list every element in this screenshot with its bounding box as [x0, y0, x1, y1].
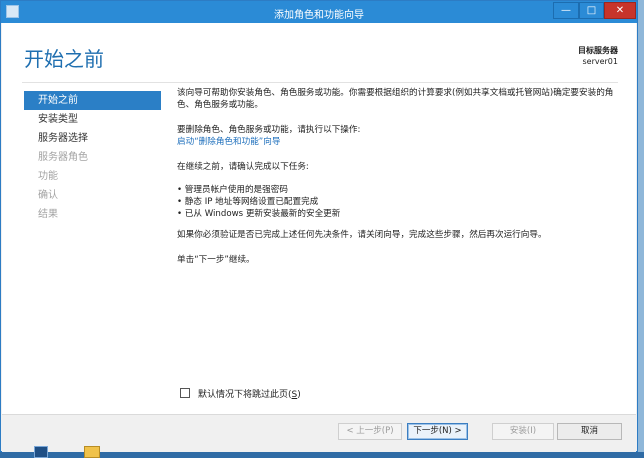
next-button[interactable]: 下一步(N) >	[407, 423, 468, 440]
skip-page-checkbox[interactable]	[180, 388, 190, 398]
page-title: 开始之前	[24, 47, 104, 71]
task-item: • 管理员帐户使用的是强密码	[177, 185, 288, 195]
before-continue-text: 在继续之前，请确认完成以下任务:	[177, 162, 309, 172]
window-title: 添加角色和功能向导	[274, 10, 364, 21]
nav-item-server-selection[interactable]: 服务器选择	[24, 129, 161, 148]
skip-page-option[interactable]: 默认情况下将跳过此页(S)	[180, 387, 301, 400]
task-item: • 已从 Windows 更新安装最新的安全更新	[177, 209, 341, 219]
next-instruction: 单击“下一步”继续。	[177, 255, 255, 265]
minimize-button[interactable]: —	[553, 2, 579, 19]
wizard-window: 添加角色和功能向导 — □ ✕ 开始之前 目标服务器 server01 开始之前…	[0, 0, 638, 452]
remove-roles-link[interactable]: 启动“删除角色和功能”向导	[177, 136, 615, 148]
intro-text: 该向导可帮助你安装角色、角色服务或功能。你需要根据组织的计算要求(例如共享文档或…	[177, 88, 614, 110]
wizard-content: 开始之前 目标服务器 server01 开始之前 安装类型 服务器选择 服务器角…	[2, 23, 636, 414]
remove-prompt: 要删除角色、角色服务或功能，请执行以下操作:	[177, 125, 361, 135]
maximize-button[interactable]: □	[579, 2, 604, 19]
previous-button[interactable]: < 上一步(P)	[338, 423, 402, 440]
nav-item-confirmation: 确认	[38, 190, 58, 201]
wizard-nav: 开始之前 安装类型 服务器选择 服务器角色 功能 确认 结果	[24, 91, 161, 224]
skip-page-label: 默认情况下将跳过此页(	[198, 390, 292, 400]
task-item: • 静态 IP 地址等网络设置已配置完成	[177, 197, 319, 207]
destination-server-label: 目标服务器	[578, 46, 618, 55]
nav-item-server-roles: 服务器角色	[38, 152, 88, 163]
destination-server-name: server01	[582, 57, 618, 66]
verify-text: 如果你必须验证是否已完成上述任何先决条件，请关闭向导，完成这些步骤，然后再次运行…	[177, 230, 547, 240]
main-panel: 该向导可帮助你安装角色、角色服务或功能。你需要根据组织的计算要求(例如共享文档或…	[177, 87, 615, 266]
title-bar: 添加角色和功能向导 — □ ✕	[1, 1, 637, 23]
powershell-icon[interactable]	[34, 446, 48, 458]
close-button[interactable]: ✕	[604, 2, 636, 19]
nav-item-features: 功能	[38, 171, 58, 182]
skip-page-label-end: )	[297, 390, 301, 400]
nav-item-results: 结果	[38, 209, 58, 220]
nav-item-installation-type[interactable]: 安装类型	[24, 110, 161, 129]
nav-item-before-you-begin[interactable]: 开始之前	[24, 91, 161, 110]
cancel-button[interactable]: 取消	[557, 423, 622, 440]
file-explorer-icon[interactable]	[84, 446, 100, 458]
header-divider	[22, 82, 618, 83]
install-button[interactable]: 安装(I)	[492, 423, 554, 440]
